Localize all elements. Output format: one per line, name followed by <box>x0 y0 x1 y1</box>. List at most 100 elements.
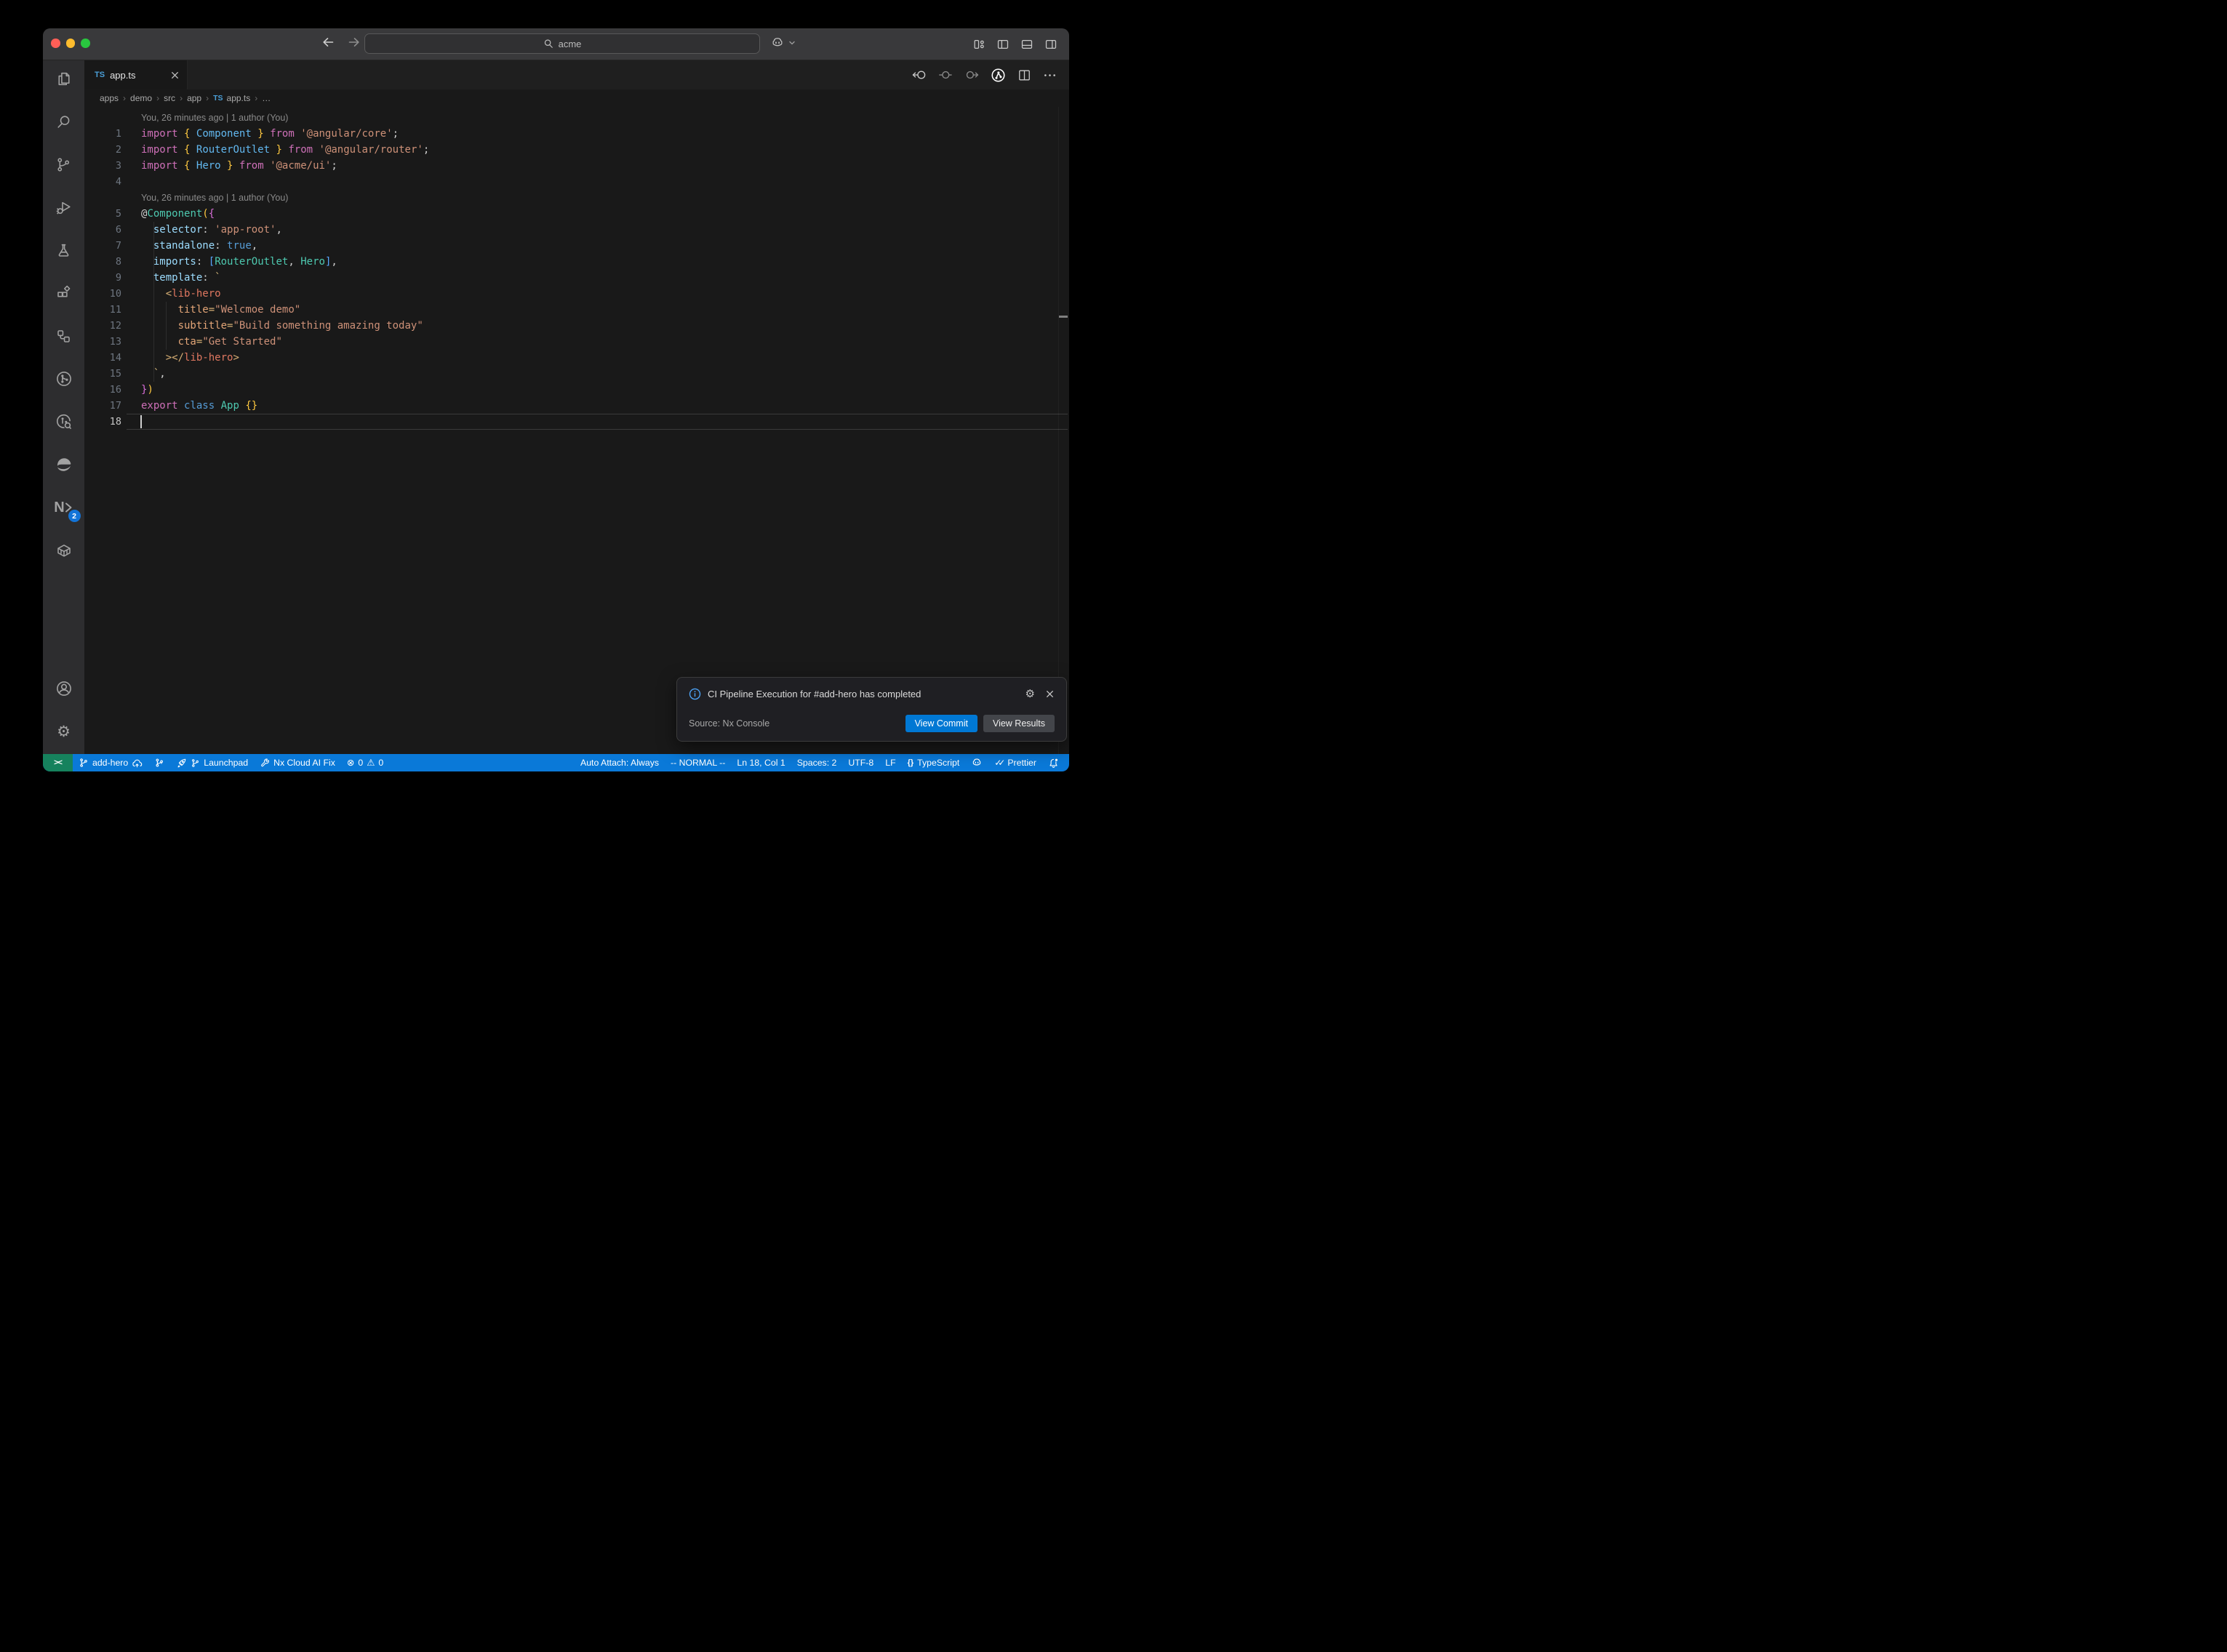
settings-gear-icon[interactable]: ⚙ <box>43 713 84 750</box>
toggle-panel-icon[interactable] <box>1020 38 1033 51</box>
back-arrow-icon[interactable] <box>320 34 336 50</box>
breadcrumb-separator: › <box>156 93 159 103</box>
toggle-primary-sidebar-icon[interactable] <box>996 38 1009 51</box>
remote-icon: >< <box>54 758 62 767</box>
view-commit-button[interactable]: View Commit <box>905 715 977 732</box>
code-editor[interactable]: You, 26 minutes ago | 1 author (You)1imp… <box>84 107 1069 754</box>
nx-badge: 2 <box>68 510 81 522</box>
split-editor-icon[interactable] <box>1017 68 1032 83</box>
command-center-search[interactable]: acme <box>364 33 760 54</box>
auto-attach-status[interactable]: Auto Attach: Always <box>575 754 665 771</box>
breadcrumb-item[interactable]: … <box>262 93 271 103</box>
line-content: cta="Get Started" <box>121 334 282 350</box>
edge-browser-icon[interactable] <box>43 446 84 483</box>
code-row: 4 <box>84 174 1069 190</box>
breadcrumb-separator: › <box>123 93 126 103</box>
warning-count: 0 <box>378 758 383 768</box>
git-graph-status[interactable] <box>148 754 170 771</box>
workflow-icon[interactable] <box>43 318 84 354</box>
code-row: 8 imports: [RouterOutlet, Hero], <box>84 254 1069 270</box>
zoom-window-button[interactable] <box>81 39 90 48</box>
line-content: You, 26 minutes ago | 1 author (You) <box>121 190 288 206</box>
run-and-debug-icon[interactable] <box>43 189 84 225</box>
copilot-icon <box>770 36 785 50</box>
status-bar: >< add-hero <box>43 754 1069 771</box>
close-tab-icon[interactable] <box>170 71 180 80</box>
cursor-position-status[interactable]: Ln 18, Col 1 <box>731 754 791 771</box>
git-branch-status[interactable]: add-hero <box>73 754 148 771</box>
nx-cloud-fix-status[interactable]: Nx Cloud AI Fix <box>254 754 341 771</box>
pipeline-graph-icon[interactable] <box>43 361 84 397</box>
code-row: 10 <lib-hero <box>84 286 1069 302</box>
git-graph-circle-icon[interactable] <box>990 67 1007 84</box>
line-content <box>121 414 141 430</box>
copilot-menu[interactable] <box>770 36 796 50</box>
nx-fix-label: Nx Cloud AI Fix <box>273 758 335 768</box>
code-row: 18 <box>84 414 1069 430</box>
remote-indicator[interactable]: >< <box>43 754 73 771</box>
account-icon[interactable] <box>43 670 84 707</box>
tab-app-ts[interactable]: TS app.ts <box>84 60 188 89</box>
formatter-status[interactable]: ✓✓ Prettier <box>988 754 1042 771</box>
typescript-file-icon: TS <box>213 94 223 103</box>
chevron-down-icon <box>788 39 796 47</box>
breadcrumb-item[interactable]: apps <box>100 93 119 103</box>
line-content: ></lib-hero> <box>121 350 239 366</box>
explorer-icon[interactable] <box>43 60 84 97</box>
error-count: 0 <box>358 758 363 768</box>
info-icon <box>689 688 701 700</box>
forward-circle-icon[interactable] <box>964 67 980 83</box>
breadcrumb-item[interactable]: src <box>164 93 175 103</box>
line-content <box>121 174 141 190</box>
nx-console-icon[interactable]: N 2 <box>43 489 84 526</box>
activity-bar: N 2 ⚙ <box>43 60 84 754</box>
git-graph-search-icon[interactable] <box>43 404 84 440</box>
copilot-status[interactable] <box>965 754 988 771</box>
customize-layout-icon[interactable] <box>972 38 985 51</box>
extensions-icon[interactable] <box>43 275 84 311</box>
back-circle-icon[interactable] <box>911 67 927 83</box>
toggle-secondary-sidebar-icon[interactable] <box>1044 38 1057 51</box>
more-actions-icon[interactable] <box>1042 68 1057 83</box>
container-icon[interactable] <box>43 532 84 569</box>
circle-dash-icon[interactable] <box>937 67 953 83</box>
title-bar: acme <box>43 28 1069 60</box>
line-number: 18 <box>84 414 121 430</box>
line-number: 9 <box>84 270 121 286</box>
minimize-window-button[interactable] <box>66 39 76 48</box>
notifications-bell[interactable] <box>1042 754 1065 771</box>
eol-status[interactable]: LF <box>879 754 901 771</box>
code-row: 15 `, <box>84 366 1069 382</box>
line-number: 15 <box>84 366 121 382</box>
close-window-button[interactable] <box>51 39 60 48</box>
launchpad-label: Launchpad <box>204 758 248 768</box>
testing-icon[interactable] <box>43 232 84 268</box>
code-row: 6 selector: 'app-root', <box>84 222 1069 238</box>
line-number: 10 <box>84 286 121 302</box>
encoding-status[interactable]: UTF-8 <box>842 754 879 771</box>
code-row: 16}) <box>84 382 1069 398</box>
notification-settings-icon[interactable]: ⚙ <box>1025 687 1035 700</box>
breadcrumb-item[interactable]: app <box>187 93 201 103</box>
launchpad-status[interactable]: Launchpad <box>170 754 254 771</box>
line-content: <lib-hero <box>121 286 221 302</box>
editor-actions <box>911 60 1057 89</box>
notification-close-icon[interactable] <box>1045 689 1055 699</box>
indentation-status[interactable]: Spaces: 2 <box>791 754 843 771</box>
vim-mode-status[interactable]: -- NORMAL -- <box>665 754 731 771</box>
problems-status[interactable]: ⊗ 0 ⚠ 0 <box>341 754 389 771</box>
breadcrumb-item[interactable]: demo <box>130 93 152 103</box>
code-row: 9 template: ` <box>84 270 1069 286</box>
line-number: 12 <box>84 318 121 334</box>
source-control-icon[interactable] <box>43 146 84 183</box>
git-graph-icon <box>154 758 164 768</box>
view-results-button[interactable]: View Results <box>983 715 1055 732</box>
forward-arrow-icon[interactable] <box>346 34 362 50</box>
breadcrumb: apps›demo›src›app›TSapp.ts›… <box>84 89 1069 107</box>
line-number: 7 <box>84 238 121 254</box>
breadcrumb-item[interactable]: TSapp.ts <box>213 93 250 103</box>
publish-cloud-icon <box>132 758 143 769</box>
search-view-icon[interactable] <box>43 103 84 140</box>
language-mode-status[interactable]: {} TypeScript <box>902 754 966 771</box>
notification-toast: CI Pipeline Execution for #add-hero has … <box>676 677 1067 742</box>
